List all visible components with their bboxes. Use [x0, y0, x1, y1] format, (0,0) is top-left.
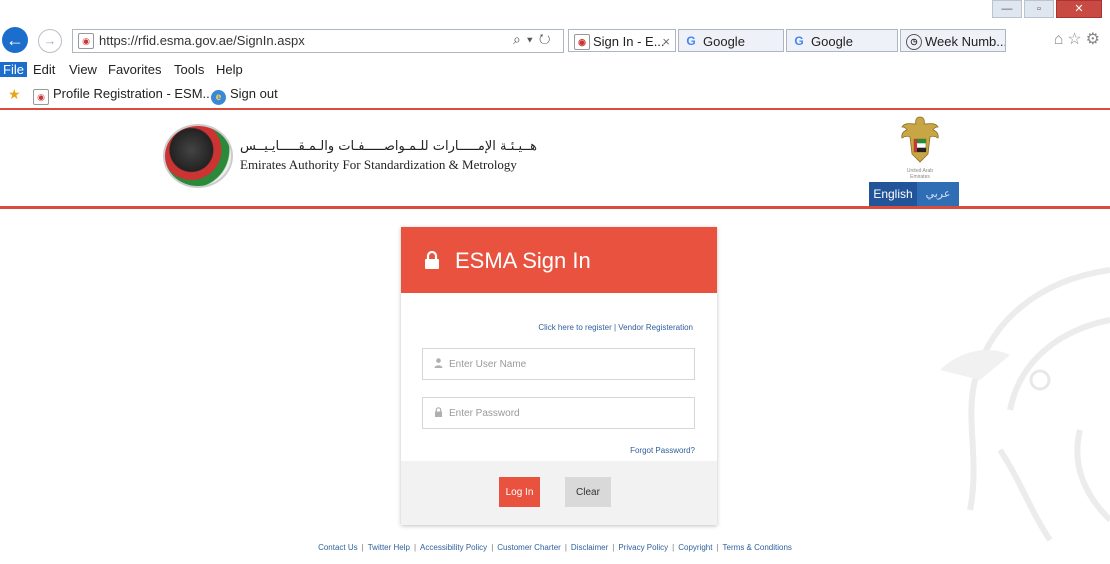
menu-edit[interactable]: Edit	[33, 62, 55, 77]
register-link[interactable]: Click here to register	[538, 323, 611, 332]
close-window-button[interactable]: ✕	[1056, 0, 1102, 18]
tab-google-1[interactable]: G Google	[678, 29, 784, 52]
favorites-star-icon[interactable]: ★	[8, 86, 21, 103]
footer-link-contact-us[interactable]: Contact Us	[318, 543, 358, 552]
site-favicon-icon: ◉	[33, 89, 49, 105]
footer-link-twitter-help[interactable]: Twitter Help	[368, 543, 410, 552]
forward-button[interactable]: →	[38, 29, 62, 53]
footer-separator: |	[612, 543, 615, 552]
footer-separator: |	[564, 543, 567, 552]
esma-logo[interactable]	[163, 124, 233, 188]
emblem-caption: United Arab Emirates	[906, 168, 934, 180]
signin-card-footer: Log In Clear	[401, 461, 717, 525]
footer-edge	[401, 457, 717, 463]
user-icon	[434, 358, 443, 368]
username-field	[422, 348, 695, 380]
address-row: ← → ◉ https://rfid.esma.gov.ae/SignIn.as…	[0, 24, 1110, 54]
forgot-password-link[interactable]: Forgot Password?	[630, 446, 695, 455]
tab-label: Google	[811, 34, 853, 49]
browser-chrome: — ▫ ✕ ← → ◉ https://rfid.esma.gov.ae/Sig…	[0, 0, 1110, 110]
ie-icon: e	[211, 90, 226, 105]
search-icon[interactable]: ⌕	[513, 31, 527, 47]
footer-link-terms-conditions[interactable]: Terms & Conditions	[723, 543, 792, 552]
signin-card: ESMA Sign In Click here to register | Ve…	[401, 227, 717, 525]
tab-google-2[interactable]: G Google	[786, 29, 898, 52]
menu-view[interactable]: View	[69, 62, 97, 77]
tab-label: Google	[703, 34, 745, 49]
vendor-registration-link[interactable]: Vendor Registeration	[618, 323, 693, 332]
org-name-english: Emirates Authority For Standardization &…	[240, 157, 517, 172]
tab-close-icon[interactable]: ×	[662, 30, 670, 51]
window-controls: — ▫ ✕	[992, 0, 1102, 18]
settings-gear-icon[interactable]: ⚙	[1086, 31, 1104, 48]
signin-card-header: ESMA Sign In	[401, 227, 717, 293]
username-input[interactable]	[449, 349, 689, 379]
lock-icon	[435, 407, 442, 417]
page-footer: Contact Us | Twitter Help | Accessibility Po…	[0, 543, 1110, 552]
footer-separator: |	[716, 543, 719, 552]
header-divider	[0, 206, 1110, 209]
password-input[interactable]	[449, 398, 689, 428]
org-name-arabic: هــيـئـة الإمـــــارات للـمـواصـــــفـات…	[240, 139, 537, 154]
address-url[interactable]: https://rfid.esma.gov.ae/SignIn.aspx	[99, 33, 305, 48]
favorite-label: Profile Registration - ESM...	[53, 86, 214, 101]
password-field	[422, 397, 695, 429]
clear-button[interactable]: Clear	[565, 477, 611, 507]
back-button[interactable]: ←	[2, 27, 28, 53]
favorites-star-icon[interactable]: ☆	[1067, 31, 1085, 48]
footer-link-privacy-policy[interactable]: Privacy Policy	[618, 543, 668, 552]
back-arrow-icon: ←	[6, 30, 24, 50]
google-icon: G	[794, 34, 804, 48]
google-icon: G	[686, 34, 696, 48]
site-favicon-icon: ◉	[574, 34, 590, 50]
menu-help[interactable]: Help	[216, 62, 243, 77]
footer-link-customer-charter[interactable]: Customer Charter	[497, 543, 561, 552]
toolbar-icons: ⌂☆⚙	[1054, 29, 1104, 49]
login-button[interactable]: Log In	[499, 477, 540, 507]
footer-separator: |	[672, 543, 675, 552]
dropdown-icon[interactable]: ▾	[527, 31, 539, 47]
signin-title: ESMA Sign In	[455, 248, 591, 273]
clock-icon: ◷	[906, 34, 922, 50]
favorite-sign-out[interactable]: e Sign out	[211, 86, 278, 105]
menu-tools[interactable]: Tools	[174, 62, 204, 77]
footer-separator: |	[361, 543, 364, 552]
link-separator: |	[613, 323, 617, 332]
footer-link-copyright[interactable]: Copyright	[678, 543, 712, 552]
language-switcher: English عربي	[869, 182, 959, 206]
tab-label: Week Numb...	[925, 34, 1006, 49]
minimize-button[interactable]: —	[992, 0, 1022, 18]
favorite-profile-registration[interactable]: ◉ Profile Registration - ESM...	[33, 86, 213, 105]
footer-link-disclaimer[interactable]: Disclaimer	[571, 543, 608, 552]
menu-file[interactable]: File	[0, 62, 27, 77]
maximize-button[interactable]: ▫	[1024, 0, 1054, 18]
forward-arrow-icon: →	[43, 33, 57, 48]
site-favicon-icon: ◉	[78, 33, 94, 49]
tab-week-numbers[interactable]: ◷ Week Numb...	[900, 29, 1006, 52]
refresh-icon[interactable]: ↻	[539, 31, 557, 47]
uae-emblem	[901, 116, 939, 163]
footer-separator: |	[413, 543, 417, 552]
tab-sign-in[interactable]: ◉ Sign In - E... ×	[568, 29, 676, 52]
lang-arabic-button[interactable]: عربي	[917, 182, 959, 206]
address-actions: ⌕▾↻	[513, 31, 557, 48]
footer-link-accessibility-policy[interactable]: Accessibility Policy	[420, 543, 487, 552]
tab-label: Sign In - E...	[593, 34, 665, 49]
falcon-watermark	[940, 267, 1110, 542]
registration-links: Click here to register | Vendor Register…	[401, 323, 693, 332]
home-icon[interactable]: ⌂	[1054, 31, 1068, 48]
lang-english-button[interactable]: English	[869, 182, 917, 206]
address-bar[interactable]: ◉ https://rfid.esma.gov.ae/SignIn.aspx ⌕…	[72, 29, 564, 53]
lock-icon	[425, 251, 439, 269]
site-header: هــيـئـة الإمـــــارات للـمـواصـــــفـات…	[0, 110, 1110, 206]
footer-separator: |	[491, 543, 494, 552]
menu-favorites[interactable]: Favorites	[108, 62, 161, 77]
favorite-label: Sign out	[230, 86, 278, 101]
